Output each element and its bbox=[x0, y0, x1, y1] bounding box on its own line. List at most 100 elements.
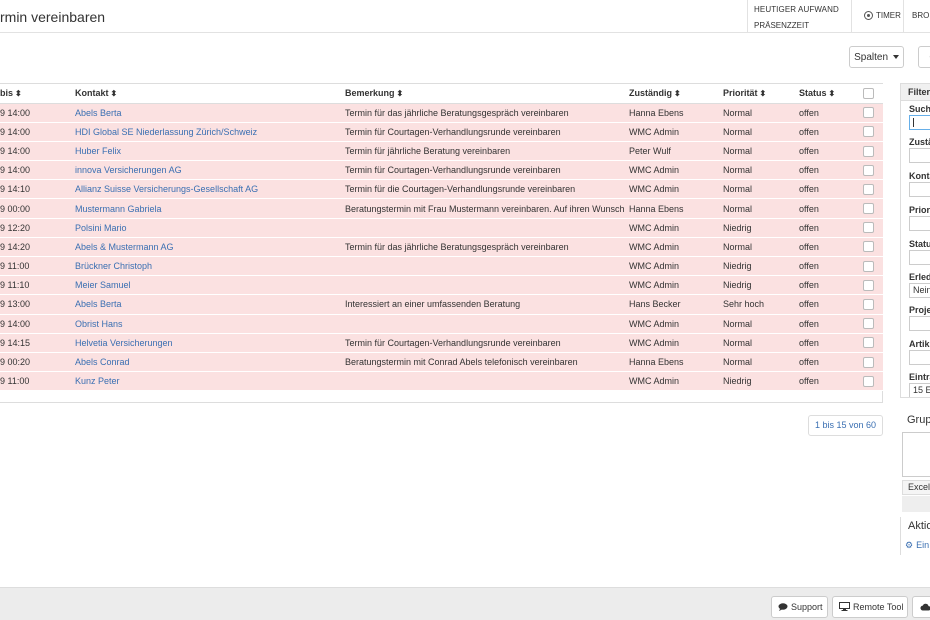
cell-bis: 9 12:20 bbox=[0, 218, 71, 238]
cell-status: offen bbox=[795, 314, 859, 334]
kontakt-link[interactable]: Abels Berta bbox=[75, 299, 122, 309]
sort-icon: ⬍ bbox=[828, 89, 836, 99]
aktion-link[interactable]: ⚙ Ein bbox=[905, 540, 929, 551]
gruppe-list[interactable] bbox=[902, 432, 930, 477]
col-prioritaet-header[interactable]: Priorität ⬍ bbox=[719, 84, 795, 104]
kontakt-link[interactable]: Polsini Mario bbox=[75, 223, 127, 233]
kontakt-link[interactable]: Abels Berta bbox=[75, 108, 122, 118]
remote-tool-button[interactable]: Remote Tool bbox=[832, 596, 908, 618]
row-checkbox[interactable] bbox=[863, 145, 874, 157]
col-bis-header[interactable]: bis ⬍ bbox=[0, 84, 71, 104]
table-row[interactable]: 9 14:00 Abels Berta Termin für das jährlic… bbox=[0, 103, 883, 123]
row-checkbox[interactable] bbox=[863, 356, 874, 368]
timer-button[interactable]: TIMER bbox=[851, 0, 903, 33]
bemerkung-text: Termin für die Courtagen-Verhandlungsrun… bbox=[345, 184, 576, 195]
cell-select bbox=[859, 141, 883, 162]
praesenzzeit-label: PRÄSENZZEIT bbox=[754, 21, 810, 30]
table-row[interactable]: 9 13:00 Abels Berta Interessiert an einer … bbox=[0, 294, 883, 315]
table-row[interactable]: 9 14:00 Huber Felix Termin für jährliche B… bbox=[0, 141, 883, 162]
kontakt-link[interactable]: Kunz Peter bbox=[75, 376, 120, 386]
cell-zustaendig: WMC Admin bbox=[625, 237, 719, 258]
table-row[interactable]: 9 00:00 Mustermann Gabriela Beratungstermi… bbox=[0, 198, 883, 219]
bis-text: 9 11:10 bbox=[0, 280, 30, 291]
row-checkbox[interactable] bbox=[863, 222, 874, 234]
table-row[interactable]: 9 11:00 Brückner Christoph WMC Admin Niedri… bbox=[0, 256, 883, 277]
support-button[interactable]: Support bbox=[771, 596, 828, 618]
aufwand-block[interactable]: HEUTIGER AUFWAND PRÄSENZZEIT bbox=[747, 0, 851, 33]
prioritaet-text: Niedrig bbox=[723, 261, 752, 272]
cell-zustaendig: WMC Admin bbox=[625, 314, 719, 334]
cell-bemerkung: Beratungstermin mit Conrad Abels telefon… bbox=[341, 352, 625, 373]
page-title: rmin vereinbaren bbox=[0, 9, 106, 25]
zustaendig-text: Hanna Ebens bbox=[629, 203, 684, 214]
bis-text: 9 14:00 bbox=[0, 107, 31, 118]
filter-kontakt-input[interactable] bbox=[909, 182, 930, 197]
filter-prioritaet-input[interactable] bbox=[909, 216, 930, 231]
filter-zustaendig-input[interactable] bbox=[909, 148, 930, 163]
col-zustaendig-header[interactable]: Zuständig ⬍ bbox=[625, 84, 719, 104]
table-row[interactable]: 9 11:10 Meier Samuel WMC Admin Niedrig offen bbox=[0, 275, 883, 296]
filter-such-label: Such bbox=[909, 104, 930, 114]
kontakt-link[interactable]: Abels Conrad bbox=[75, 357, 130, 367]
excel-export-button[interactable]: Excel bbox=[902, 480, 930, 495]
kontakt-link[interactable]: Huber Felix bbox=[75, 146, 121, 156]
filter-artikel-input[interactable] bbox=[909, 350, 930, 365]
row-checkbox[interactable] bbox=[863, 337, 874, 349]
row-checkbox[interactable] bbox=[863, 375, 874, 387]
table-row[interactable]: 9 14:20 Abels & Mustermann AG Termin für d… bbox=[0, 237, 883, 258]
pagination-info[interactable]: 1 bis 15 von 60 bbox=[808, 415, 883, 436]
cell-status: offen bbox=[795, 256, 859, 277]
row-checkbox[interactable] bbox=[863, 318, 874, 330]
row-checkbox[interactable] bbox=[863, 183, 874, 195]
col-kontakt-header[interactable]: Kontakt ⬍ bbox=[71, 84, 341, 104]
table-row[interactable]: 9 14:10 Allianz Suisse Versicherungs-Gese… bbox=[0, 179, 883, 200]
filter-eintraege-label: Eintra bbox=[909, 372, 930, 382]
cell-select bbox=[859, 294, 883, 315]
row-checkbox[interactable] bbox=[863, 299, 874, 311]
cell-kontakt: innova Versicherungen AG bbox=[71, 160, 341, 181]
filter-eintraege-select[interactable]: 15 E bbox=[909, 383, 930, 397]
status-text: offen bbox=[799, 261, 819, 272]
cloud-button[interactable] bbox=[912, 596, 930, 618]
row-checkbox[interactable] bbox=[863, 126, 874, 138]
table-row[interactable]: 9 14:00 Obrist Hans WMC Admin Normal offen bbox=[0, 314, 883, 334]
filter-search-input[interactable] bbox=[909, 115, 930, 130]
kontakt-link[interactable]: HDI Global SE Niederlassung Zürich/Schwe… bbox=[75, 127, 257, 137]
row-checkbox[interactable] bbox=[863, 107, 874, 119]
kontakt-link[interactable]: Allianz Suisse Versicherungs-Gesellschaf… bbox=[75, 184, 258, 194]
cell-bis: 9 11:10 bbox=[0, 275, 71, 296]
kontakt-link[interactable]: Mustermann Gabriela bbox=[75, 204, 162, 214]
cell-bis: 9 14:00 bbox=[0, 122, 71, 142]
kontakt-link[interactable]: Abels & Mustermann AG bbox=[75, 242, 174, 252]
table-row[interactable]: 9 11:00 Kunz Peter WMC Admin Niedrig offen bbox=[0, 371, 883, 392]
status-text: offen bbox=[799, 222, 819, 233]
table-row[interactable]: 9 12:20 Polsini Mario WMC Admin Niedrig offe… bbox=[0, 218, 883, 238]
kontakt-link[interactable]: Helvetia Versicherungen bbox=[75, 338, 173, 348]
cell-prioritaet: Normal bbox=[719, 314, 795, 334]
row-checkbox[interactable] bbox=[863, 279, 874, 291]
monitor-icon bbox=[839, 598, 850, 618]
cell-select bbox=[859, 122, 883, 142]
broker-menu[interactable]: BROK bbox=[903, 0, 930, 33]
kontakt-link[interactable]: innova Versicherungen AG bbox=[75, 165, 182, 175]
cell-kontakt: Abels Berta bbox=[71, 294, 341, 315]
table-row[interactable]: 9 14:00 innova Versicherungen AG Termin fü… bbox=[0, 160, 883, 181]
table-row[interactable]: 9 00:20 Abels Conrad Beratungstermin mit C… bbox=[0, 352, 883, 373]
kontakt-link[interactable]: Brückner Christoph bbox=[75, 261, 152, 271]
row-checkbox[interactable] bbox=[863, 164, 874, 176]
filter-erledigt-select[interactable]: Nein bbox=[909, 283, 930, 298]
col-status-header[interactable]: Status ⬍ bbox=[795, 84, 859, 104]
kontakt-link[interactable]: Meier Samuel bbox=[75, 280, 131, 290]
row-checkbox[interactable] bbox=[863, 203, 874, 215]
select-all-checkbox[interactable] bbox=[863, 87, 874, 99]
table-row[interactable]: 9 14:15 Helvetia Versicherungen Termin für… bbox=[0, 333, 883, 353]
filter-status-input[interactable] bbox=[909, 250, 930, 265]
toolbar-extra-button[interactable]: C bbox=[918, 46, 930, 68]
row-checkbox[interactable] bbox=[863, 241, 874, 253]
table-row[interactable]: 9 14:00 HDI Global SE Niederlassung Züric… bbox=[0, 122, 883, 142]
kontakt-link[interactable]: Obrist Hans bbox=[75, 319, 123, 329]
row-checkbox[interactable] bbox=[863, 260, 874, 272]
spalten-button[interactable]: Spalten bbox=[849, 46, 904, 68]
filter-projekt-input[interactable] bbox=[909, 316, 930, 331]
col-bemerkung-header[interactable]: Bemerkung ⬍ bbox=[341, 84, 625, 104]
